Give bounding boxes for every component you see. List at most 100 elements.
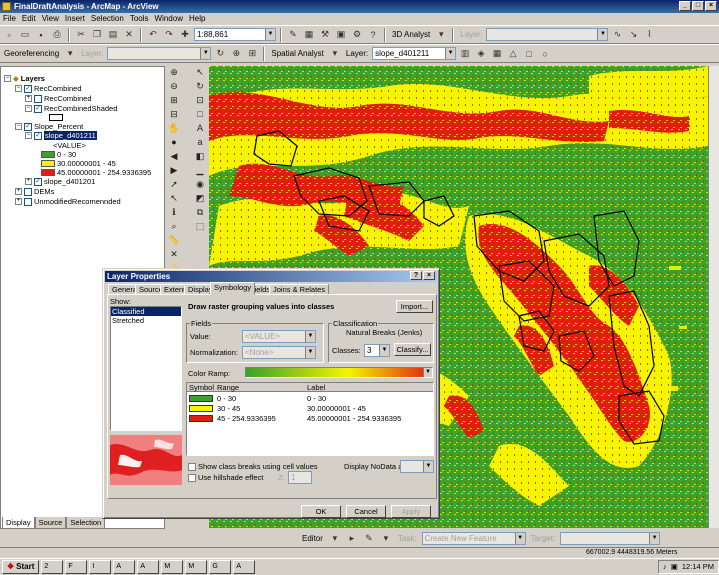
rotate-icon[interactable]: ↻	[213, 47, 227, 61]
menu-edit[interactable]: Edit	[22, 13, 36, 25]
cut-icon[interactable]: ✂	[74, 28, 88, 42]
circle-icon[interactable]: ○	[538, 47, 552, 61]
georef-layer-combo[interactable]: ▼	[107, 47, 212, 60]
renderer-list[interactable]: Classified Stretched	[110, 306, 182, 431]
layers-root[interactable]: − ◆ Layers	[4, 74, 45, 83]
georef-shift-icon[interactable]: ⊕	[229, 47, 243, 61]
grid-icon[interactable]: ▦	[490, 47, 504, 61]
3d-layer-combo[interactable]: ▼	[486, 28, 609, 41]
menu-help[interactable]: Help	[189, 13, 205, 25]
col-range[interactable]: Range	[217, 383, 239, 392]
measure-icon[interactable]: 📏	[168, 234, 180, 246]
tab-selection[interactable]: Selection	[66, 517, 106, 529]
classify-button[interactable]: Classify...	[394, 343, 431, 356]
class-symbol[interactable]	[189, 405, 213, 412]
menu-file[interactable]: File	[3, 13, 16, 25]
editor-menu[interactable]: Editor	[300, 534, 325, 543]
contour2-icon[interactable]: ◈	[474, 47, 488, 61]
editor-toolbar-icon[interactable]: ✎	[286, 28, 300, 42]
map-vertical-scrollbar[interactable]	[708, 66, 719, 528]
zoom-out-icon[interactable]: ⊖	[168, 80, 180, 92]
spatial-layer-combo[interactable]: slope_d401211 ▼	[372, 47, 457, 60]
delete-icon[interactable]: ✕	[122, 28, 136, 42]
chevron-down-icon[interactable]: ▼	[423, 368, 432, 377]
edit-pointer-icon[interactable]: ▸	[345, 531, 359, 545]
paste-icon[interactable]: ▤	[106, 28, 120, 42]
select-icon[interactable]: ➚	[168, 178, 180, 190]
normalization-combo[interactable]: <None> ▼	[242, 346, 316, 359]
class-symbol[interactable]	[189, 395, 213, 402]
sketch-icon[interactable]: ✎	[362, 531, 376, 545]
import-button[interactable]: Import...	[396, 300, 433, 313]
whats-this-icon[interactable]: ?	[366, 28, 380, 42]
tab-display[interactable]: Display	[2, 517, 35, 529]
model-icon[interactable]: ⚙	[350, 28, 364, 42]
marker-color-icon[interactable]: ◉	[194, 178, 206, 190]
task-item[interactable]: A	[233, 560, 256, 574]
georef-link-icon[interactable]: ⊞	[245, 47, 259, 61]
start-button[interactable]: ❖ Start	[2, 560, 40, 574]
task-item[interactable]: M	[185, 560, 208, 574]
zoom-whole-page-icon[interactable]: ⊡	[194, 94, 206, 106]
minimize-button[interactable]: _	[679, 1, 691, 11]
chevron-down-icon[interactable]: ▾	[63, 47, 77, 61]
forward-icon[interactable]: ▶	[168, 164, 180, 176]
square-icon[interactable]: □	[522, 47, 536, 61]
z-factor-input[interactable]: 1	[288, 471, 312, 484]
toc-item-slope-percent[interactable]: − ✓ Slope_Percent	[15, 122, 83, 131]
shadow-icon[interactable]: ◩	[194, 192, 206, 204]
undo-icon[interactable]: ↶	[146, 28, 160, 42]
catalog-icon[interactable]: ▦	[302, 28, 316, 42]
task-item[interactable]: A	[113, 560, 136, 574]
toc-item-dems[interactable]: + DEMs	[15, 187, 54, 196]
3d-analyst-menu[interactable]: 3D Analyst	[390, 30, 432, 39]
dialog-close-button[interactable]: ×	[423, 271, 435, 280]
text-icon[interactable]: A	[194, 122, 206, 134]
toc-item-reccombined[interactable]: − ✓ RecCombined	[15, 84, 82, 93]
scale-combo[interactable]: 1:88,861 ▼	[194, 28, 276, 41]
fixed-zoom-out-icon[interactable]: ⊟	[168, 108, 180, 120]
identify-icon[interactable]: ℹ	[168, 206, 180, 218]
task-item[interactable]: M	[161, 560, 184, 574]
class-symbol[interactable]	[189, 415, 213, 422]
open-icon[interactable]: ▭	[18, 28, 32, 42]
tab-symbology[interactable]: Symbology	[210, 282, 256, 295]
georeferencing-menu[interactable]: Georeferencing	[2, 49, 61, 58]
color-ramp-picker[interactable]: ▼	[245, 367, 433, 378]
hillshade-checkbox[interactable]: Use hillshade effect	[188, 473, 263, 482]
toc-item-reccombined-sub[interactable]: + RecCombined	[25, 94, 92, 103]
fixed-zoom-in-icon[interactable]: ⊞	[168, 94, 180, 106]
rotate-element-icon[interactable]: ↻	[194, 80, 206, 92]
full-extent-icon[interactable]: ●	[168, 136, 180, 148]
toc-item-slope-selected[interactable]: − ✓ slope_d401211	[25, 131, 97, 140]
rectangle-icon[interactable]: □	[194, 108, 206, 120]
maximize-button[interactable]: □	[692, 1, 704, 11]
cancel-button[interactable]: Cancel	[346, 505, 386, 518]
menu-tools[interactable]: Tools	[130, 13, 149, 25]
spatial-analyst-menu[interactable]: Spatial Analyst	[269, 49, 325, 58]
save-icon[interactable]: ▪	[34, 28, 48, 42]
legend-class-2[interactable]: 30.00000001 - 45	[41, 159, 116, 168]
chevron-down-icon[interactable]: ▾	[328, 47, 342, 61]
col-label[interactable]: Label	[307, 383, 325, 392]
col-symbol[interactable]: Symbol	[189, 383, 214, 392]
value-combo[interactable]: <VALUE> ▼	[242, 330, 316, 343]
goto-xy-icon[interactable]: ✕	[168, 248, 180, 260]
line-color-icon[interactable]: ▁	[194, 164, 206, 176]
task-item[interactable]: F	[65, 560, 88, 574]
task-item[interactable]: I	[89, 560, 112, 574]
close-button[interactable]: ×	[705, 1, 717, 11]
menu-view[interactable]: View	[42, 13, 59, 25]
copy-icon[interactable]: ❐	[90, 28, 104, 42]
target-combo[interactable]: ▼	[560, 531, 661, 545]
group-icon[interactable]: ⧉	[194, 206, 206, 218]
show-breaks-checkbox[interactable]: Show class breaks using cell values	[188, 462, 318, 471]
toc-item-unmodified[interactable]: + UnmodifiedRecomennded	[15, 197, 121, 206]
fill-color-icon[interactable]: ◧	[194, 150, 206, 162]
legend-class-3[interactable]: 45.00000001 - 254.9336395	[41, 168, 151, 177]
print-icon[interactable]: ⎙	[50, 28, 64, 42]
renderer-classified[interactable]: Classified	[111, 307, 181, 316]
help-button[interactable]: ?	[410, 271, 422, 280]
zoom-in-icon[interactable]: ⊕	[168, 66, 180, 78]
nodata-color-picker[interactable]: ▼	[400, 460, 434, 473]
